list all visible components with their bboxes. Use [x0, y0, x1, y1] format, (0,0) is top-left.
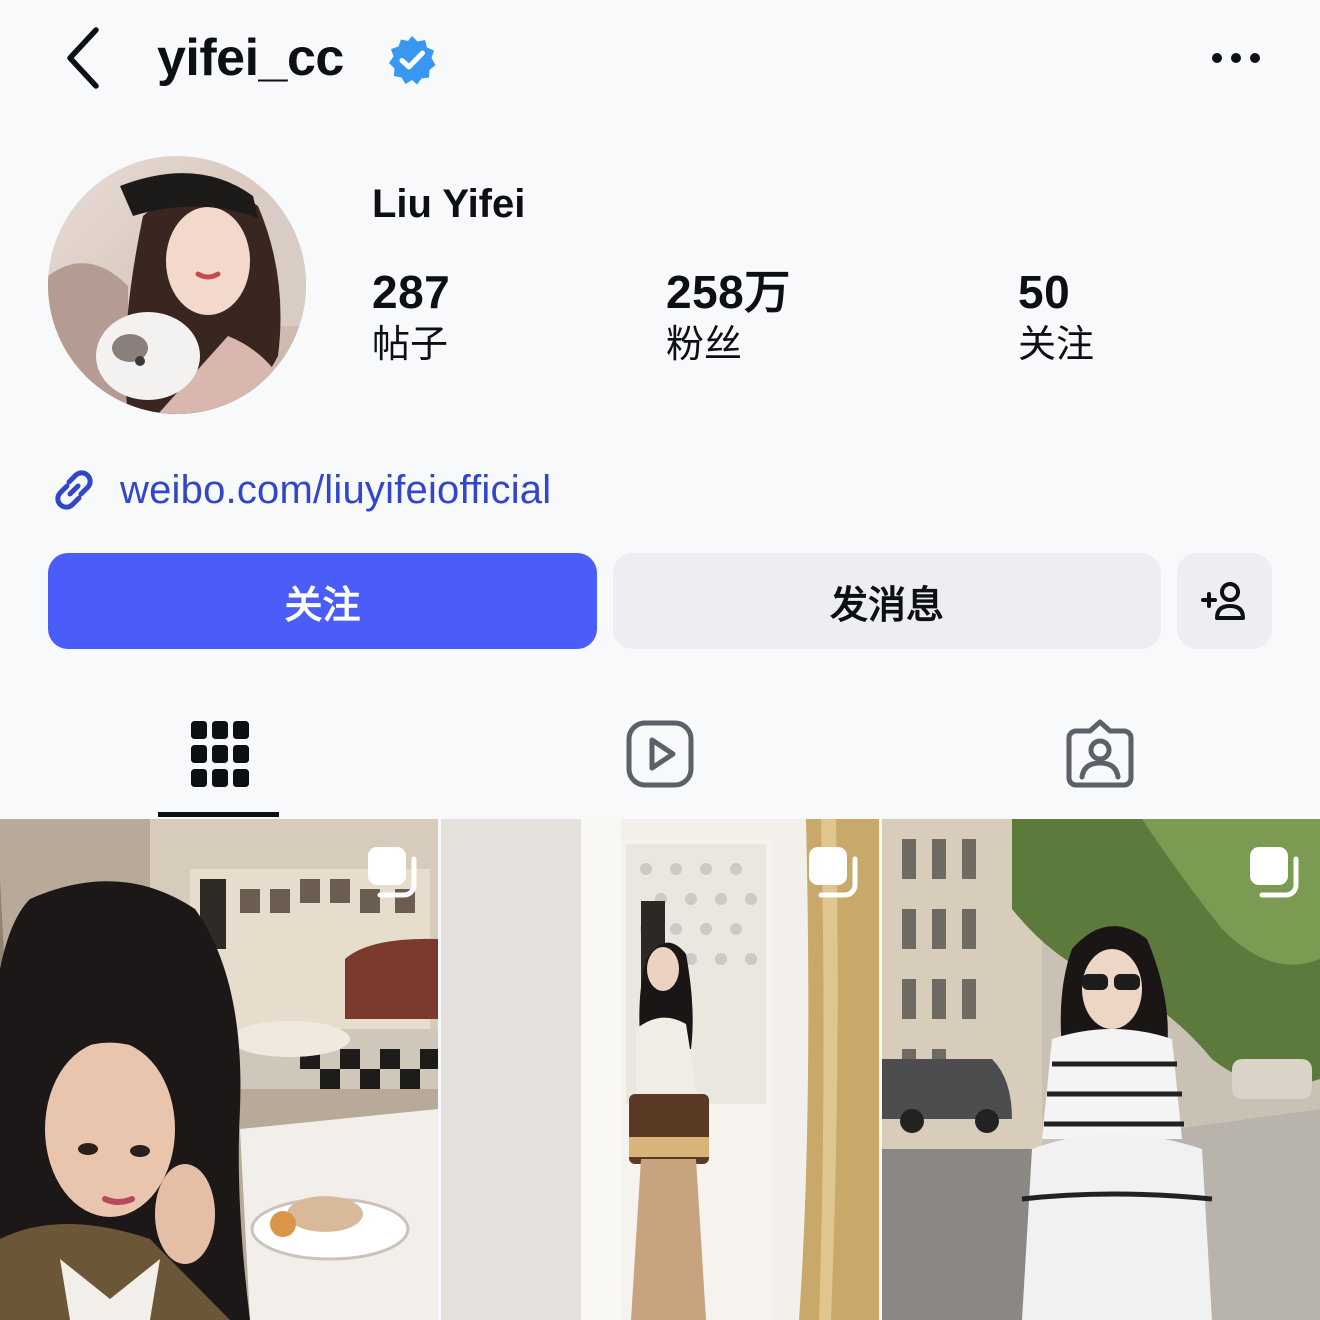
stat-following-label: 关注	[1018, 324, 1095, 366]
ellipsis-icon	[1212, 53, 1260, 63]
stat-following-value: 50	[1018, 266, 1071, 318]
add-user-button[interactable]	[1177, 553, 1272, 649]
profile-username: yifei_cc	[157, 29, 344, 87]
stat-followers-label: 粉丝	[666, 324, 743, 366]
post-thumbnail[interactable]	[0, 819, 438, 1320]
post-thumbnail[interactable]	[882, 819, 1320, 1320]
multiple-photos-icon	[1250, 847, 1299, 898]
post-thumbnail[interactable]	[441, 819, 879, 1320]
chevron-left-icon	[67, 27, 99, 89]
tagged-icon	[1066, 719, 1134, 788]
stat-followers[interactable]: 258万 粉丝	[666, 264, 791, 370]
stat-followers-value: 258万	[666, 266, 791, 318]
back-button[interactable]	[52, 22, 116, 94]
avatar-photo	[48, 156, 306, 414]
posts-grid	[0, 819, 1320, 1320]
top-bar: yifei_cc	[0, 0, 1320, 120]
profile-link[interactable]: weibo.com/liuyifeiofficial	[48, 462, 551, 518]
verified-badge-icon	[389, 36, 436, 85]
tab-posts-grid[interactable]	[0, 690, 440, 818]
stat-following[interactable]: 50 关注	[1018, 264, 1094, 370]
link-icon	[55, 470, 93, 510]
tab-tagged[interactable]	[880, 690, 1320, 818]
message-button[interactable]: 发消息	[613, 553, 1161, 649]
profile-tabs	[0, 690, 1320, 818]
tab-reels[interactable]	[440, 690, 880, 818]
profile-display-name: Liu Yifei	[372, 182, 526, 226]
more-options-button[interactable]	[1196, 32, 1276, 84]
grid-icon	[191, 721, 249, 787]
stat-posts-value: 287	[372, 266, 451, 318]
add-user-icon	[1200, 582, 1245, 620]
multiple-photos-icon	[368, 847, 417, 898]
stat-posts-label: 帖子	[372, 324, 449, 366]
reels-icon	[626, 720, 694, 788]
profile-link-text: weibo.com/liuyifeiofficial	[120, 467, 552, 512]
follow-button[interactable]: 关注	[48, 553, 597, 649]
multiple-photos-icon	[809, 847, 858, 898]
active-tab-indicator	[158, 812, 279, 817]
profile-avatar[interactable]	[48, 156, 306, 414]
stat-posts[interactable]: 287 帖子	[372, 264, 450, 370]
